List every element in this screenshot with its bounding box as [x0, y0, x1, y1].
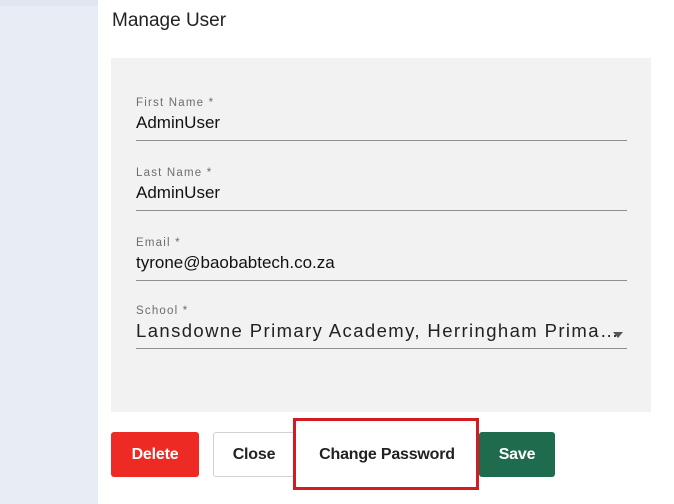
- last-name-input[interactable]: AdminUser: [136, 182, 627, 204]
- delete-button[interactable]: Delete: [111, 432, 199, 477]
- last-name-field[interactable]: Last Name * AdminUser: [136, 166, 627, 211]
- dialog-title: Manage User: [112, 10, 227, 31]
- first-name-label: First Name *: [136, 97, 215, 109]
- first-name-field[interactable]: First Name * AdminUser: [136, 96, 627, 141]
- email-input[interactable]: tyrone@baobabtech.co.za: [136, 252, 627, 274]
- form-panel: First Name * AdminUser Last Name * Admin…: [111, 58, 651, 412]
- chevron-down-icon[interactable]: [613, 332, 623, 338]
- school-select[interactable]: School * Lansdowne Primary Academy, Herr…: [136, 304, 627, 349]
- manage-user-dialog: Manage User First Name * AdminUser Last …: [98, 0, 674, 504]
- first-name-input[interactable]: AdminUser: [136, 112, 627, 134]
- school-underline: [136, 348, 627, 349]
- last-name-underline: [136, 210, 627, 211]
- school-label: School *: [136, 305, 189, 317]
- school-selected-value[interactable]: Lansdowne Primary Academy, Herringham Pr…: [136, 320, 627, 342]
- change-password-button[interactable]: Change Password: [301, 432, 473, 477]
- email-field[interactable]: Email * tyrone@baobabtech.co.za: [136, 236, 627, 281]
- first-name-underline: [136, 140, 627, 141]
- close-button[interactable]: Close: [213, 432, 295, 477]
- save-button[interactable]: Save: [479, 432, 555, 477]
- email-underline: [136, 280, 627, 281]
- email-label: Email *: [136, 237, 181, 249]
- last-name-label: Last Name *: [136, 167, 213, 179]
